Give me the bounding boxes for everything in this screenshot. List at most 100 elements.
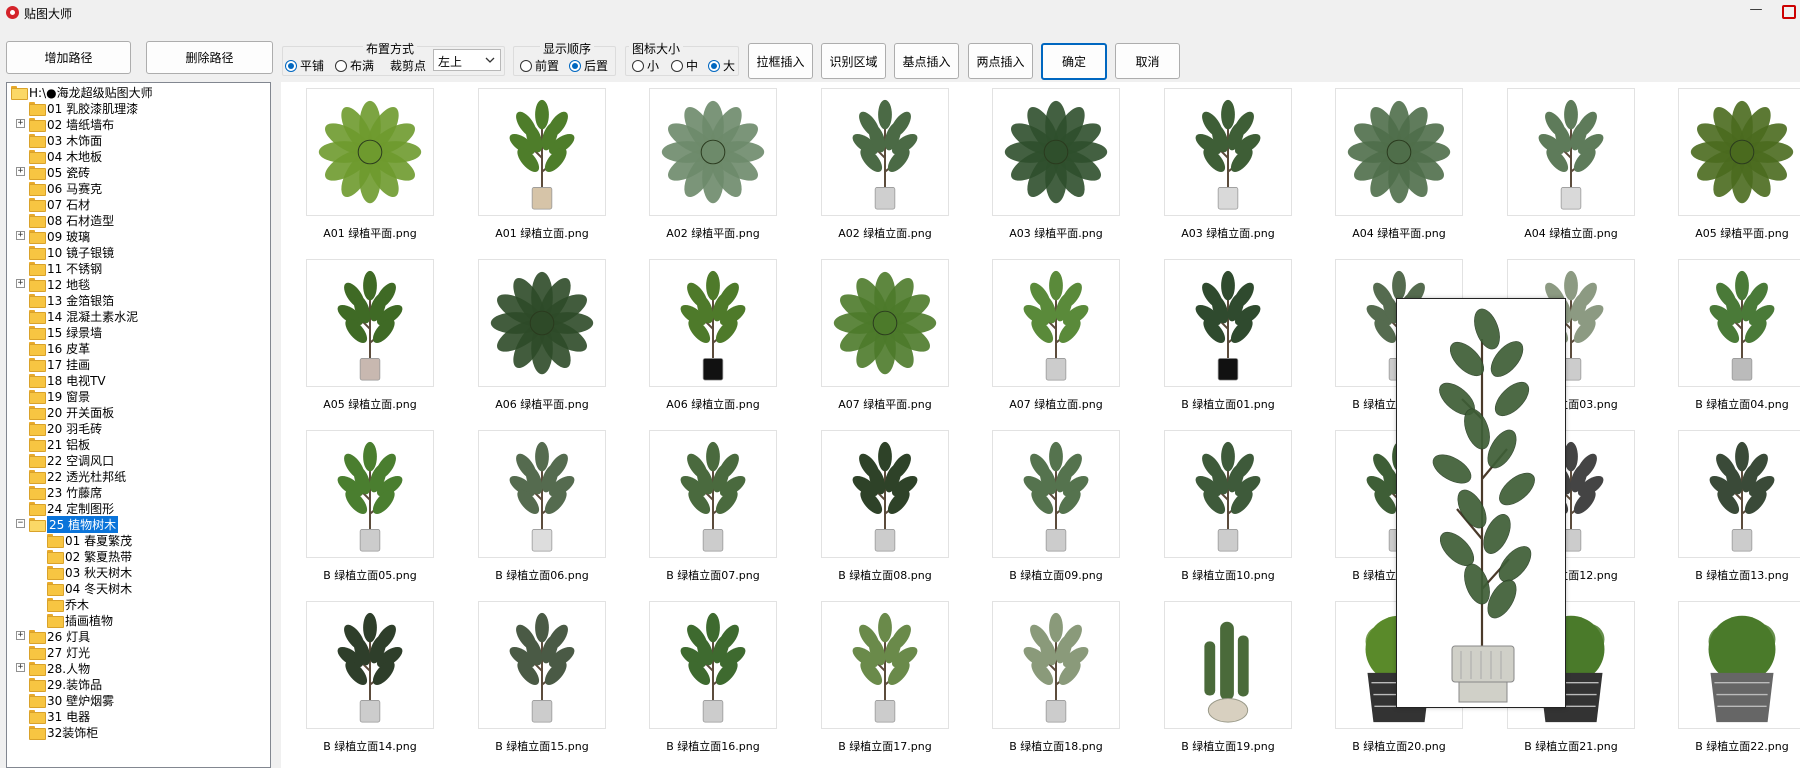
icon-size-small-radio[interactable]: 小	[632, 57, 659, 74]
tree-item[interactable]: 21 铝板	[29, 436, 90, 452]
tree-item[interactable]: 06 马赛克	[29, 180, 102, 196]
tree-item[interactable]: +26 灯具	[16, 628, 90, 644]
thumbnail-image[interactable]	[306, 259, 434, 387]
tree-item[interactable]: 13 金箔银箔	[29, 292, 114, 308]
thumbnail-image[interactable]	[478, 601, 606, 729]
tree-item[interactable]: 02 繁夏热带	[47, 548, 132, 564]
thumbnail-grid[interactable]: A01 绿植平面.png A01 绿植立面.png A02 绿植平面.png A02 …	[281, 82, 1800, 768]
tree-item[interactable]: 14 混凝土素水泥	[29, 308, 138, 324]
tree-item[interactable]: 30 壁炉烟雾	[29, 692, 114, 708]
base-point-insert-button[interactable]: 基点插入	[894, 43, 959, 79]
tree-item[interactable]: 31 电器	[29, 708, 90, 724]
tree-item[interactable]: 插画植物	[47, 612, 113, 628]
tree-item[interactable]: 22 透光杜邦纸	[29, 468, 126, 484]
thumbnail-image[interactable]	[1164, 601, 1292, 729]
tree-item[interactable]: 20 开关面板	[29, 404, 114, 420]
expand-icon[interactable]: +	[16, 167, 25, 176]
icon-size-medium-radio[interactable]: 中	[671, 57, 698, 74]
delete-path-button[interactable]: 删除路径	[146, 41, 273, 74]
tree-item[interactable]: 32装饰柜	[29, 724, 98, 740]
thumbnail-image[interactable]	[1678, 430, 1800, 558]
tree-item[interactable]: 03 秋天树木	[47, 564, 132, 580]
two-point-insert-button[interactable]: 两点插入	[968, 43, 1033, 79]
thumbnail-image[interactable]	[306, 430, 434, 558]
thumbnail-image[interactable]	[1164, 259, 1292, 387]
tree-item[interactable]: 07 石材	[29, 196, 90, 212]
thumbnail-image[interactable]	[1678, 88, 1800, 216]
tree-item[interactable]: +12 地毯	[16, 276, 90, 292]
thumbnail-image[interactable]	[992, 88, 1120, 216]
thumbnail-image[interactable]	[992, 601, 1120, 729]
tree-item[interactable]: 乔木	[47, 596, 89, 612]
expand-icon[interactable]: +	[16, 279, 25, 288]
tree-item[interactable]: 15 绿景墙	[29, 324, 102, 340]
thumbnail-image[interactable]	[649, 601, 777, 729]
tree-item[interactable]: 23 竹藤席	[29, 484, 102, 500]
tree-item[interactable]: +28.人物	[16, 660, 90, 676]
tree-root[interactable]: H:\●海龙超级贴图大师	[11, 84, 153, 100]
thumbnail-label: A04 绿植平面.png	[1352, 227, 1446, 240]
tree-item[interactable]: 10 镜子银镜	[29, 244, 114, 260]
tree-item[interactable]: 19 窗景	[29, 388, 90, 404]
thumbnail-image[interactable]	[478, 88, 606, 216]
order-back-radio[interactable]: 后置	[569, 57, 608, 74]
tree-item[interactable]: 04 冬天树木	[47, 580, 132, 596]
detect-region-button[interactable]: 识别区域	[821, 43, 886, 79]
close-button[interactable]	[1782, 5, 1796, 19]
tree-item[interactable]: 16 皮革	[29, 340, 90, 356]
tree-item[interactable]: 17 挂画	[29, 356, 90, 372]
tree-item[interactable]: 20 羽毛砖	[29, 420, 102, 436]
tree-item[interactable]: 29.装饰品	[29, 676, 102, 692]
tree-item[interactable]: − 25 植物树木	[16, 515, 119, 533]
thumbnail-image[interactable]	[821, 88, 949, 216]
thumbnail-image[interactable]	[1678, 259, 1800, 387]
tree-item[interactable]: 24 定制图形	[29, 500, 114, 516]
tree-item[interactable]: +09 玻璃	[16, 228, 90, 244]
thumbnail-image[interactable]	[1678, 601, 1800, 729]
cancel-button[interactable]: 取消	[1115, 43, 1180, 79]
tree-item[interactable]: +02 墙纸墙布	[16, 116, 114, 132]
tree-item[interactable]: 03 木饰面	[29, 132, 102, 148]
expand-icon[interactable]: +	[16, 231, 25, 240]
thumbnail-image[interactable]	[649, 259, 777, 387]
thumbnail-image[interactable]	[821, 430, 949, 558]
thumbnail-image[interactable]	[649, 430, 777, 558]
thumbnail-image[interactable]	[1507, 88, 1635, 216]
collapse-icon[interactable]: −	[16, 519, 25, 528]
crop-point-select[interactable]: 左上	[433, 49, 501, 71]
tree-item[interactable]: 11 不锈钢	[29, 260, 102, 276]
thumbnail-image[interactable]	[821, 259, 949, 387]
folder-tree[interactable]: H:\●海龙超级贴图大师 01 乳胶漆肌理漆 +02 墙纸墙布 03 木饰面 04 木地…	[6, 82, 271, 768]
expand-icon[interactable]: +	[16, 663, 25, 672]
layout-tile-radio[interactable]: 平铺	[285, 57, 324, 74]
tree-item[interactable]: 18 电视TV	[29, 372, 106, 388]
thumbnail-image[interactable]	[306, 601, 434, 729]
thumbnail-image[interactable]	[478, 430, 606, 558]
tree-item[interactable]: +05 瓷砖	[16, 164, 90, 180]
folder-icon	[29, 662, 46, 676]
order-front-radio[interactable]: 前置	[520, 57, 559, 74]
thumbnail-image[interactable]	[478, 259, 606, 387]
thumbnail-image[interactable]	[1335, 88, 1463, 216]
tree-item[interactable]: 01 乳胶漆肌理漆	[29, 100, 138, 116]
thumbnail-image[interactable]	[992, 259, 1120, 387]
thumbnail-image[interactable]	[306, 88, 434, 216]
add-path-button[interactable]: 增加路径	[6, 41, 131, 74]
thumbnail-image[interactable]	[1164, 430, 1292, 558]
thumbnail-image[interactable]	[821, 601, 949, 729]
thumbnail-image[interactable]	[1164, 88, 1292, 216]
tree-item[interactable]: 22 空调风口	[29, 452, 114, 468]
minimize-button[interactable]: —	[1742, 2, 1770, 22]
expand-icon[interactable]: +	[16, 119, 25, 128]
tree-item[interactable]: 04 木地板	[29, 148, 102, 164]
icon-size-large-radio[interactable]: 大	[708, 57, 735, 74]
frame-insert-button[interactable]: 拉框插入	[748, 43, 813, 79]
thumbnail-image[interactable]	[992, 430, 1120, 558]
expand-icon[interactable]: +	[16, 631, 25, 640]
layout-fill-radio[interactable]: 布满	[335, 57, 374, 74]
tree-item[interactable]: 27 灯光	[29, 644, 90, 660]
ok-button[interactable]: 确定	[1041, 43, 1107, 80]
tree-item[interactable]: 01 春夏繁茂	[47, 532, 132, 548]
thumbnail-image[interactable]	[649, 88, 777, 216]
tree-item[interactable]: 08 石材造型	[29, 212, 114, 228]
